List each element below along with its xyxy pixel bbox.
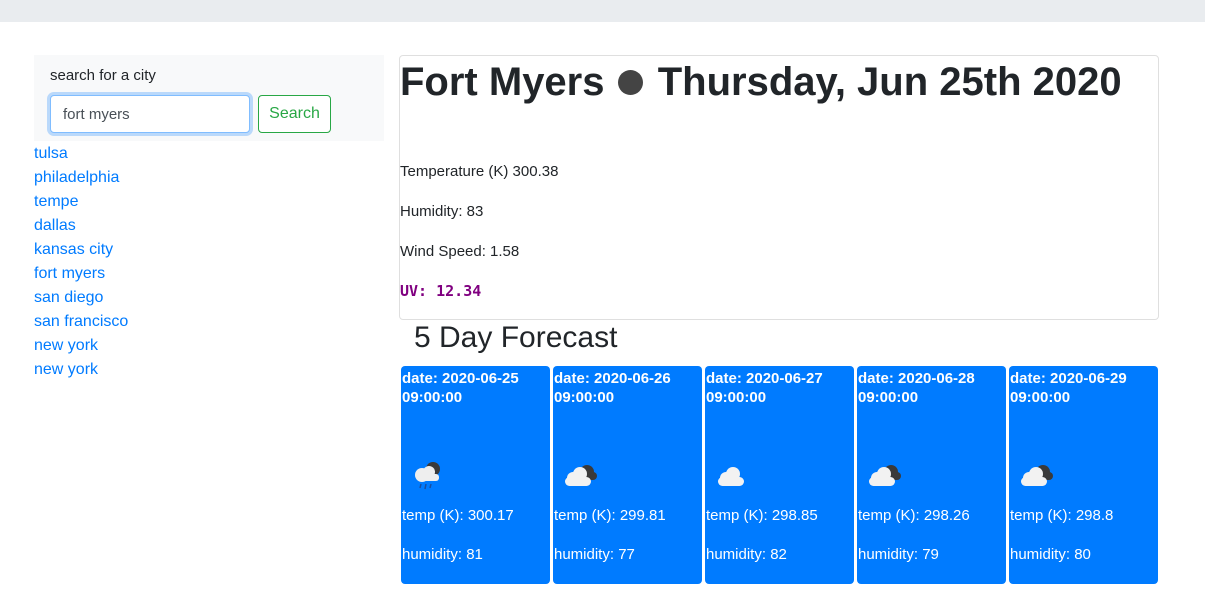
current-weather-title: Fort Myers Thursday, Jun 25th 2020: [400, 60, 1122, 105]
history-link[interactable]: san francisco: [34, 313, 128, 330]
history-item: tulsa: [34, 143, 128, 167]
history-item: san diego: [34, 287, 128, 311]
current-date: Thursday, Jun 25th 2020: [657, 60, 1122, 104]
forecast-temp: temp (K): 298.26: [858, 507, 970, 524]
forecast-temp: temp (K): 298.85: [706, 507, 818, 524]
current-temperature: Temperature (K) 300.38: [400, 163, 559, 180]
broken-clouds-icon: [869, 465, 901, 486]
current-uv-index: UV: 12.34: [400, 282, 482, 300]
forecast-temp: temp (K): 298.8: [1010, 507, 1114, 524]
search-panel: search for a city Search: [34, 55, 384, 141]
forecast-date: date: 2020-06-29 09:00:00: [1010, 370, 1127, 406]
forecast-date: date: 2020-06-25 09:00:00: [402, 370, 519, 406]
forecast-card: date: 2020-06-25 09:00:00 temp (K): 300.…: [401, 366, 550, 584]
history-link[interactable]: kansas city: [34, 241, 113, 258]
history-item: new york: [34, 335, 128, 359]
history-link[interactable]: tulsa: [34, 145, 68, 162]
history-item: tempe: [34, 191, 128, 215]
forecast-temp: temp (K): 300.17: [402, 507, 514, 524]
forecast-card: date: 2020-06-29 09:00:00 temp (K): 298.…: [1009, 366, 1158, 584]
forecast-card: date: 2020-06-28 09:00:00 temp (K): 298.…: [857, 366, 1006, 584]
search-input[interactable]: [50, 95, 250, 133]
forecast-humidity: humidity: 77: [554, 546, 635, 563]
history-item: new york: [34, 359, 128, 383]
forecast-temp: temp (K): 299.81: [554, 507, 666, 524]
broken-clouds-icon: [1021, 465, 1053, 486]
history-link[interactable]: fort myers: [34, 265, 105, 282]
forecast-humidity: humidity: 80: [1010, 546, 1091, 563]
history-item: philadelphia: [34, 167, 128, 191]
history-item: kansas city: [34, 239, 128, 263]
city-name: Fort Myers: [400, 60, 605, 104]
cloud-icon: [718, 467, 744, 486]
search-label: search for a city: [50, 67, 156, 84]
current-weather-card: Fort Myers Thursday, Jun 25th 2020 Tempe…: [399, 55, 1159, 320]
history-item: dallas: [34, 215, 128, 239]
top-bar: [0, 0, 1205, 22]
forecast-humidity: humidity: 81: [402, 546, 483, 563]
history-item: fort myers: [34, 263, 128, 287]
search-history-list: tulsa philadelphia tempe dallas kansas c…: [34, 143, 128, 383]
forecast-humidity: humidity: 79: [858, 546, 939, 563]
search-button[interactable]: Search: [258, 95, 331, 133]
forecast-row: date: 2020-06-25 09:00:00 temp (K): 300.…: [401, 366, 1161, 584]
history-link[interactable]: dallas: [34, 217, 76, 234]
forecast-date: date: 2020-06-27 09:00:00: [706, 370, 823, 406]
forecast-date: date: 2020-06-28 09:00:00: [858, 370, 975, 406]
forecast-card: date: 2020-06-26 09:00:00 temp (K): 299.…: [553, 366, 702, 584]
current-wind-speed: Wind Speed: 1.58: [400, 243, 520, 260]
history-link[interactable]: new york: [34, 337, 98, 354]
rain-cloud-icon: [415, 462, 440, 490]
dark-circle-icon: [617, 69, 643, 95]
history-link[interactable]: san diego: [34, 289, 103, 306]
current-humidity: Humidity: 83: [400, 203, 484, 220]
forecast-card: date: 2020-06-27 09:00:00 temp (K): 298.…: [705, 366, 854, 584]
history-link[interactable]: philadelphia: [34, 169, 119, 186]
history-item: san francisco: [34, 311, 128, 335]
history-link[interactable]: tempe: [34, 193, 78, 210]
forecast-humidity: humidity: 82: [706, 546, 787, 563]
broken-clouds-icon: [565, 465, 597, 486]
forecast-date: date: 2020-06-26 09:00:00: [554, 370, 671, 406]
history-link[interactable]: new york: [34, 361, 98, 378]
forecast-title: 5 Day Forecast: [414, 321, 618, 354]
